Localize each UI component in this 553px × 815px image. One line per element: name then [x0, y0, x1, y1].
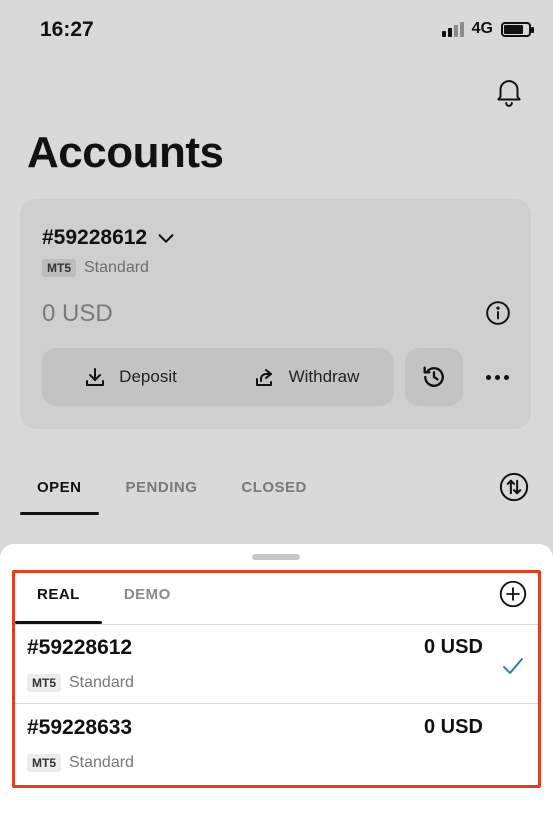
platform-badge: MT5 — [27, 754, 61, 772]
tab-closed[interactable]: CLOSED — [224, 476, 324, 514]
platform-badge: MT5 — [42, 259, 76, 277]
account-number: #59228612 — [42, 226, 148, 249]
order-tabs: OPEN PENDING CLOSED — [20, 476, 324, 516]
sheet-tabs: REAL DEMO — [15, 574, 193, 624]
download-icon — [86, 368, 105, 386]
account-row-balance: 0 USD — [424, 636, 483, 658]
share-out-icon — [255, 369, 272, 386]
battery-icon — [501, 21, 534, 37]
funds-actions: Deposit Withdraw — [42, 348, 394, 406]
account-row-type-label: Standard — [69, 754, 134, 771]
chevron-down-icon — [158, 234, 174, 243]
account-type: Standard — [84, 259, 149, 276]
account-row-type: MT5 Standard — [27, 674, 134, 692]
history-icon — [423, 366, 444, 387]
status-bar: 16:27 4G — [0, 0, 553, 60]
divider — [15, 624, 538, 625]
sort-icon[interactable] — [499, 472, 529, 502]
page-title: Accounts — [27, 128, 224, 177]
tab-demo[interactable]: DEMO — [102, 574, 193, 624]
tab-real[interactable]: REAL — [15, 574, 102, 624]
deposit-label: Deposit — [119, 367, 177, 386]
account-selector[interactable]: #59228612 — [42, 226, 177, 250]
tab-pending[interactable]: PENDING — [109, 476, 215, 514]
account-row-number: #59228612 — [27, 636, 133, 659]
status-time: 16:27 — [40, 18, 94, 41]
status-indicators: 4G — [441, 20, 534, 38]
account-row[interactable]: #59228633 0 USD MT5 Standard — [15, 706, 538, 784]
checkmark-icon — [503, 658, 523, 674]
withdraw-label: Withdraw — [288, 367, 360, 386]
account-row-number: #59228633 — [27, 716, 133, 739]
history-button[interactable] — [405, 348, 463, 406]
account-row[interactable]: #59228612 0 USD MT5 Standard — [15, 626, 538, 704]
bell-icon[interactable] — [492, 74, 526, 108]
account-row-type-label: Standard — [69, 674, 134, 691]
info-icon[interactable] — [485, 300, 511, 326]
sheet-grabber[interactable] — [252, 554, 300, 560]
account-card: #59228612 MT5 Standard 0 USD Deposit Wit… — [20, 199, 531, 429]
signal-icon — [441, 21, 464, 37]
network-label: 4G — [471, 20, 493, 37]
account-type-row: MT5 Standard — [42, 259, 149, 277]
account-switcher-sheet: REAL DEMO #59228612 0 USD MT5 Standard #… — [0, 544, 553, 815]
plus-circle-icon[interactable] — [499, 580, 527, 608]
more-icon[interactable] — [482, 362, 512, 392]
account-balance: 0 USD — [42, 300, 113, 327]
withdraw-button[interactable]: Withdraw — [218, 348, 394, 406]
account-row-type: MT5 Standard — [27, 754, 134, 772]
account-row-balance: 0 USD — [424, 716, 483, 738]
tab-open[interactable]: OPEN — [20, 476, 99, 515]
platform-badge: MT5 — [27, 674, 61, 692]
deposit-button[interactable]: Deposit — [42, 348, 218, 406]
